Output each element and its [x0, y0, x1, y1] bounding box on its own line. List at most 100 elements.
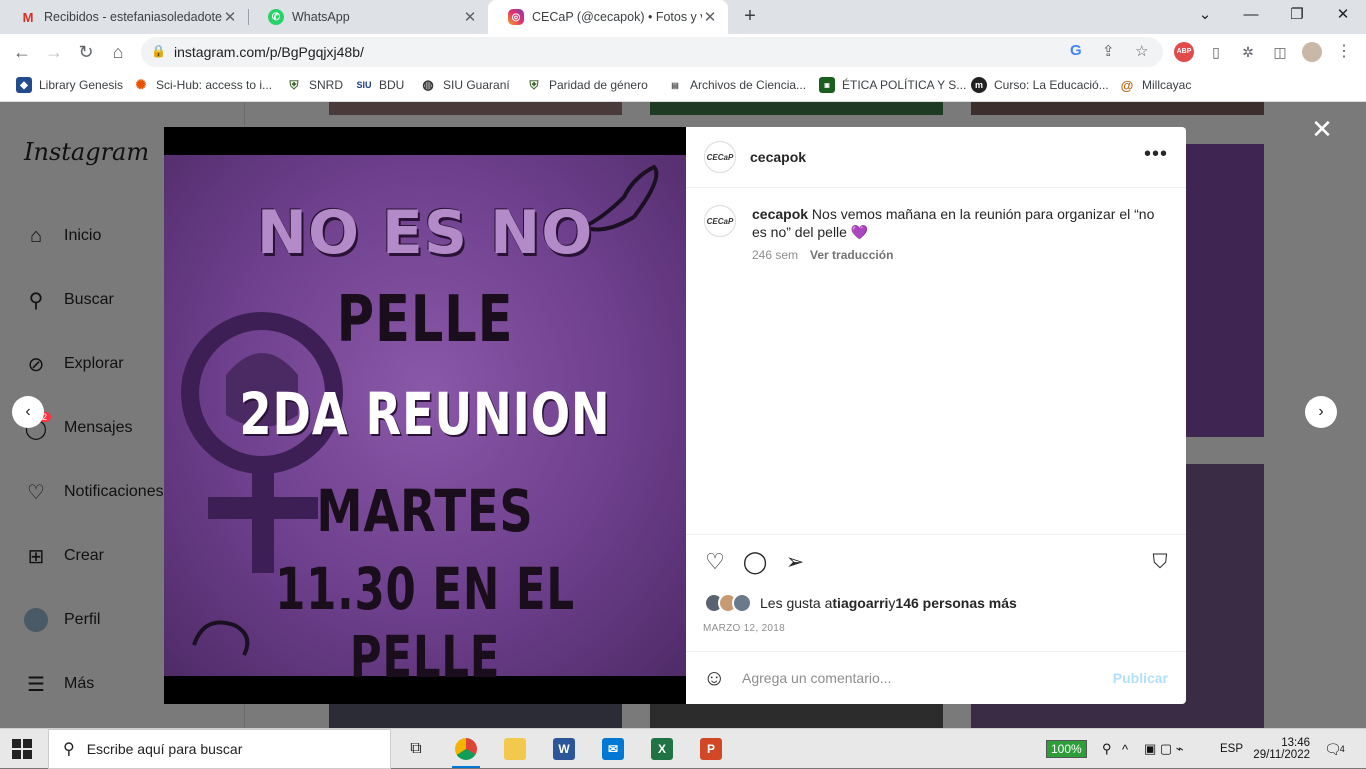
taskbar-search[interactable]: ⚲ Escribe aquí para buscar: [48, 729, 391, 769]
extensions-puzzle-icon[interactable]: ✲: [1238, 42, 1258, 62]
more-options-icon[interactable]: •••: [1144, 143, 1168, 166]
nav-crear[interactable]: ⊞ Crear: [24, 544, 104, 568]
bookmark-siu-guarani[interactable]: ◍ SIU Guaraní: [420, 77, 509, 93]
nav-explorar[interactable]: ⊘ Explorar: [24, 352, 124, 376]
publish-button[interactable]: Publicar: [1113, 670, 1168, 686]
compass-icon: ⊘: [27, 353, 45, 376]
task-view-icon[interactable]: ⧉: [396, 733, 436, 765]
url-text[interactable]: instagram.com/p/BgPgqjxj48b/: [174, 44, 364, 60]
close-window-button[interactable]: ✕: [1320, 0, 1366, 30]
save-bookmark-icon[interactable]: ⛉: [1147, 549, 1173, 575]
home-icon[interactable]: ⌂: [106, 40, 130, 64]
caption-avatar[interactable]: CECaP: [704, 205, 736, 237]
gmail-icon: M: [22, 9, 34, 25]
bookmark-millcayac[interactable]: @ Millcayac: [1119, 77, 1192, 93]
document-extension-icon[interactable]: ▯: [1206, 42, 1226, 62]
restore-button[interactable]: ❐: [1274, 0, 1320, 30]
bookmark-paridad[interactable]: ⛨ Paridad de género: [526, 77, 647, 93]
post-date[interactable]: MARZO 12, 2018: [703, 623, 785, 634]
emoji-icon[interactable]: ☺: [703, 665, 725, 691]
windows-start-icon[interactable]: [12, 739, 32, 759]
account-name[interactable]: cecapok: [750, 149, 806, 165]
instagram-logo[interactable]: Instagram: [24, 138, 149, 166]
plug-icon[interactable]: ⚲: [1102, 729, 1112, 769]
chrome-taskbar-icon[interactable]: [446, 733, 486, 768]
bookmark-star-icon[interactable]: ☆: [1135, 42, 1148, 60]
translate-link[interactable]: Ver traducción: [810, 248, 893, 262]
language-indicator[interactable]: ESP: [1220, 729, 1243, 769]
share-paper-plane-icon[interactable]: ➢: [782, 549, 808, 575]
close-tab-icon[interactable]: ✕: [462, 8, 478, 26]
bookmark-bdu[interactable]: SIU BDU: [356, 77, 404, 93]
grid-thumbnail[interactable]: [971, 102, 1264, 115]
notifications-icon[interactable]: 🗨 4: [1324, 729, 1345, 769]
nav-notificaciones[interactable]: ♡ Notificaciones: [24, 480, 164, 504]
bookmark-etica[interactable]: ▣ ÉTICA POLÍTICA Y S...: [819, 77, 966, 93]
likes-count[interactable]: 146 personas más: [895, 595, 1016, 611]
show-hidden-icons-chevron-icon[interactable]: ^: [1122, 729, 1128, 769]
grid-thumbnail[interactable]: [329, 102, 622, 115]
share-icon[interactable]: ⇪: [1102, 42, 1115, 60]
caption-text: Nos vemos mañana en la reunión para orga…: [752, 206, 1155, 240]
tab-title: Recibidos - estefaniasoledadoter: [44, 10, 222, 24]
profile-avatar-icon[interactable]: [1302, 42, 1322, 62]
account-avatar[interactable]: CECaP: [704, 141, 736, 173]
like-heart-icon[interactable]: ♡: [702, 549, 728, 575]
bookmark-archivos[interactable]: ▤ Archivos de Ciencia...: [667, 77, 806, 93]
word-icon[interactable]: W: [544, 733, 584, 765]
liker-avatar[interactable]: [732, 593, 752, 613]
next-post-chevron-right-icon[interactable]: ›: [1305, 396, 1337, 428]
comment-input[interactable]: Agrega un comentario...: [742, 670, 891, 686]
close-tab-icon[interactable]: ✕: [702, 8, 718, 26]
bookmark-scihub[interactable]: ✺ Sci-Hub: access to i...: [133, 77, 273, 93]
nav-mas[interactable]: ☰ Más: [24, 672, 94, 696]
side-panel-icon[interactable]: ◫: [1270, 42, 1290, 62]
clock[interactable]: 13:46 29/11/2022: [1252, 729, 1310, 769]
file-explorer-icon[interactable]: [495, 733, 535, 765]
bookmark-curso[interactable]: m Curso: La Educació...: [971, 77, 1109, 93]
address-bar[interactable]: 🔒 instagram.com/p/BgPgqjxj48b/ G ⇪ ☆: [141, 37, 1163, 67]
grid-thumbnail[interactable]: [329, 704, 622, 728]
tab-whatsapp[interactable]: ✆ WhatsApp ✕: [248, 0, 488, 34]
time-ago[interactable]: 246 sem: [752, 248, 798, 262]
likes-user[interactable]: tiagoarri: [832, 595, 888, 611]
grid-thumbnail[interactable]: [650, 704, 943, 728]
caption-username[interactable]: cecapok: [752, 206, 808, 222]
grid-thumbnail[interactable]: [650, 102, 943, 115]
previous-post-chevron-left-icon[interactable]: ‹: [12, 396, 44, 428]
tab-search-icon[interactable]: ⌄: [1182, 0, 1228, 30]
avatar-icon: [24, 608, 48, 632]
system-tray-icons[interactable]: ▣ ▢ ⌁: [1144, 729, 1184, 769]
nav-label: Buscar: [64, 291, 114, 308]
bookmark-snrd[interactable]: ⛨ SNRD: [286, 77, 343, 93]
forward-icon[interactable]: →: [42, 40, 66, 64]
reload-icon[interactable]: ↻: [74, 40, 98, 64]
post-image[interactable]: NO ES NO PELLE 2DA REUNION MARTES 11.30 …: [164, 127, 686, 704]
bookmark-library-genesis[interactable]: ◆ Library Genesis: [16, 77, 123, 93]
google-icon[interactable]: G: [1070, 42, 1082, 59]
likes-prefix: Les gusta a: [760, 595, 833, 611]
comment-icon[interactable]: ◯: [742, 549, 768, 575]
minimize-button[interactable]: —: [1228, 0, 1274, 30]
adblock-icon[interactable]: ABP: [1174, 42, 1194, 62]
battery-indicator[interactable]: 100%: [1046, 729, 1087, 769]
tab-gmail[interactable]: M Recibidos - estefaniasoledadoter ✕: [0, 0, 248, 34]
nav-perfil[interactable]: Perfil: [24, 608, 100, 632]
excel-icon[interactable]: X: [642, 733, 682, 765]
clock-time: 13:46: [1281, 737, 1310, 749]
chrome-menu-icon[interactable]: ⋮: [1334, 42, 1354, 62]
tab-title: CECaP (@cecapok) • Fotos y vide: [532, 10, 702, 24]
close-modal-icon[interactable]: ✕: [1310, 116, 1334, 142]
close-tab-icon[interactable]: ✕: [222, 8, 238, 26]
back-icon[interactable]: ←: [10, 40, 34, 64]
nav-inicio[interactable]: ⌂ Inicio: [24, 224, 101, 248]
tab-instagram[interactable]: ◎ CECaP (@cecapok) • Fotos y vide ✕: [488, 0, 728, 34]
nav-label: Notificaciones: [64, 483, 164, 500]
nav-buscar[interactable]: ⚲ Buscar: [24, 288, 114, 312]
tab-title: WhatsApp: [292, 10, 350, 24]
likes-mid: y: [888, 595, 896, 611]
new-tab-button[interactable]: +: [738, 4, 762, 28]
powerpoint-icon[interactable]: P: [691, 733, 731, 765]
mail-icon[interactable]: ✉: [593, 733, 633, 765]
comment-box: ☺ Agrega un comentario... Publicar: [686, 651, 1186, 704]
